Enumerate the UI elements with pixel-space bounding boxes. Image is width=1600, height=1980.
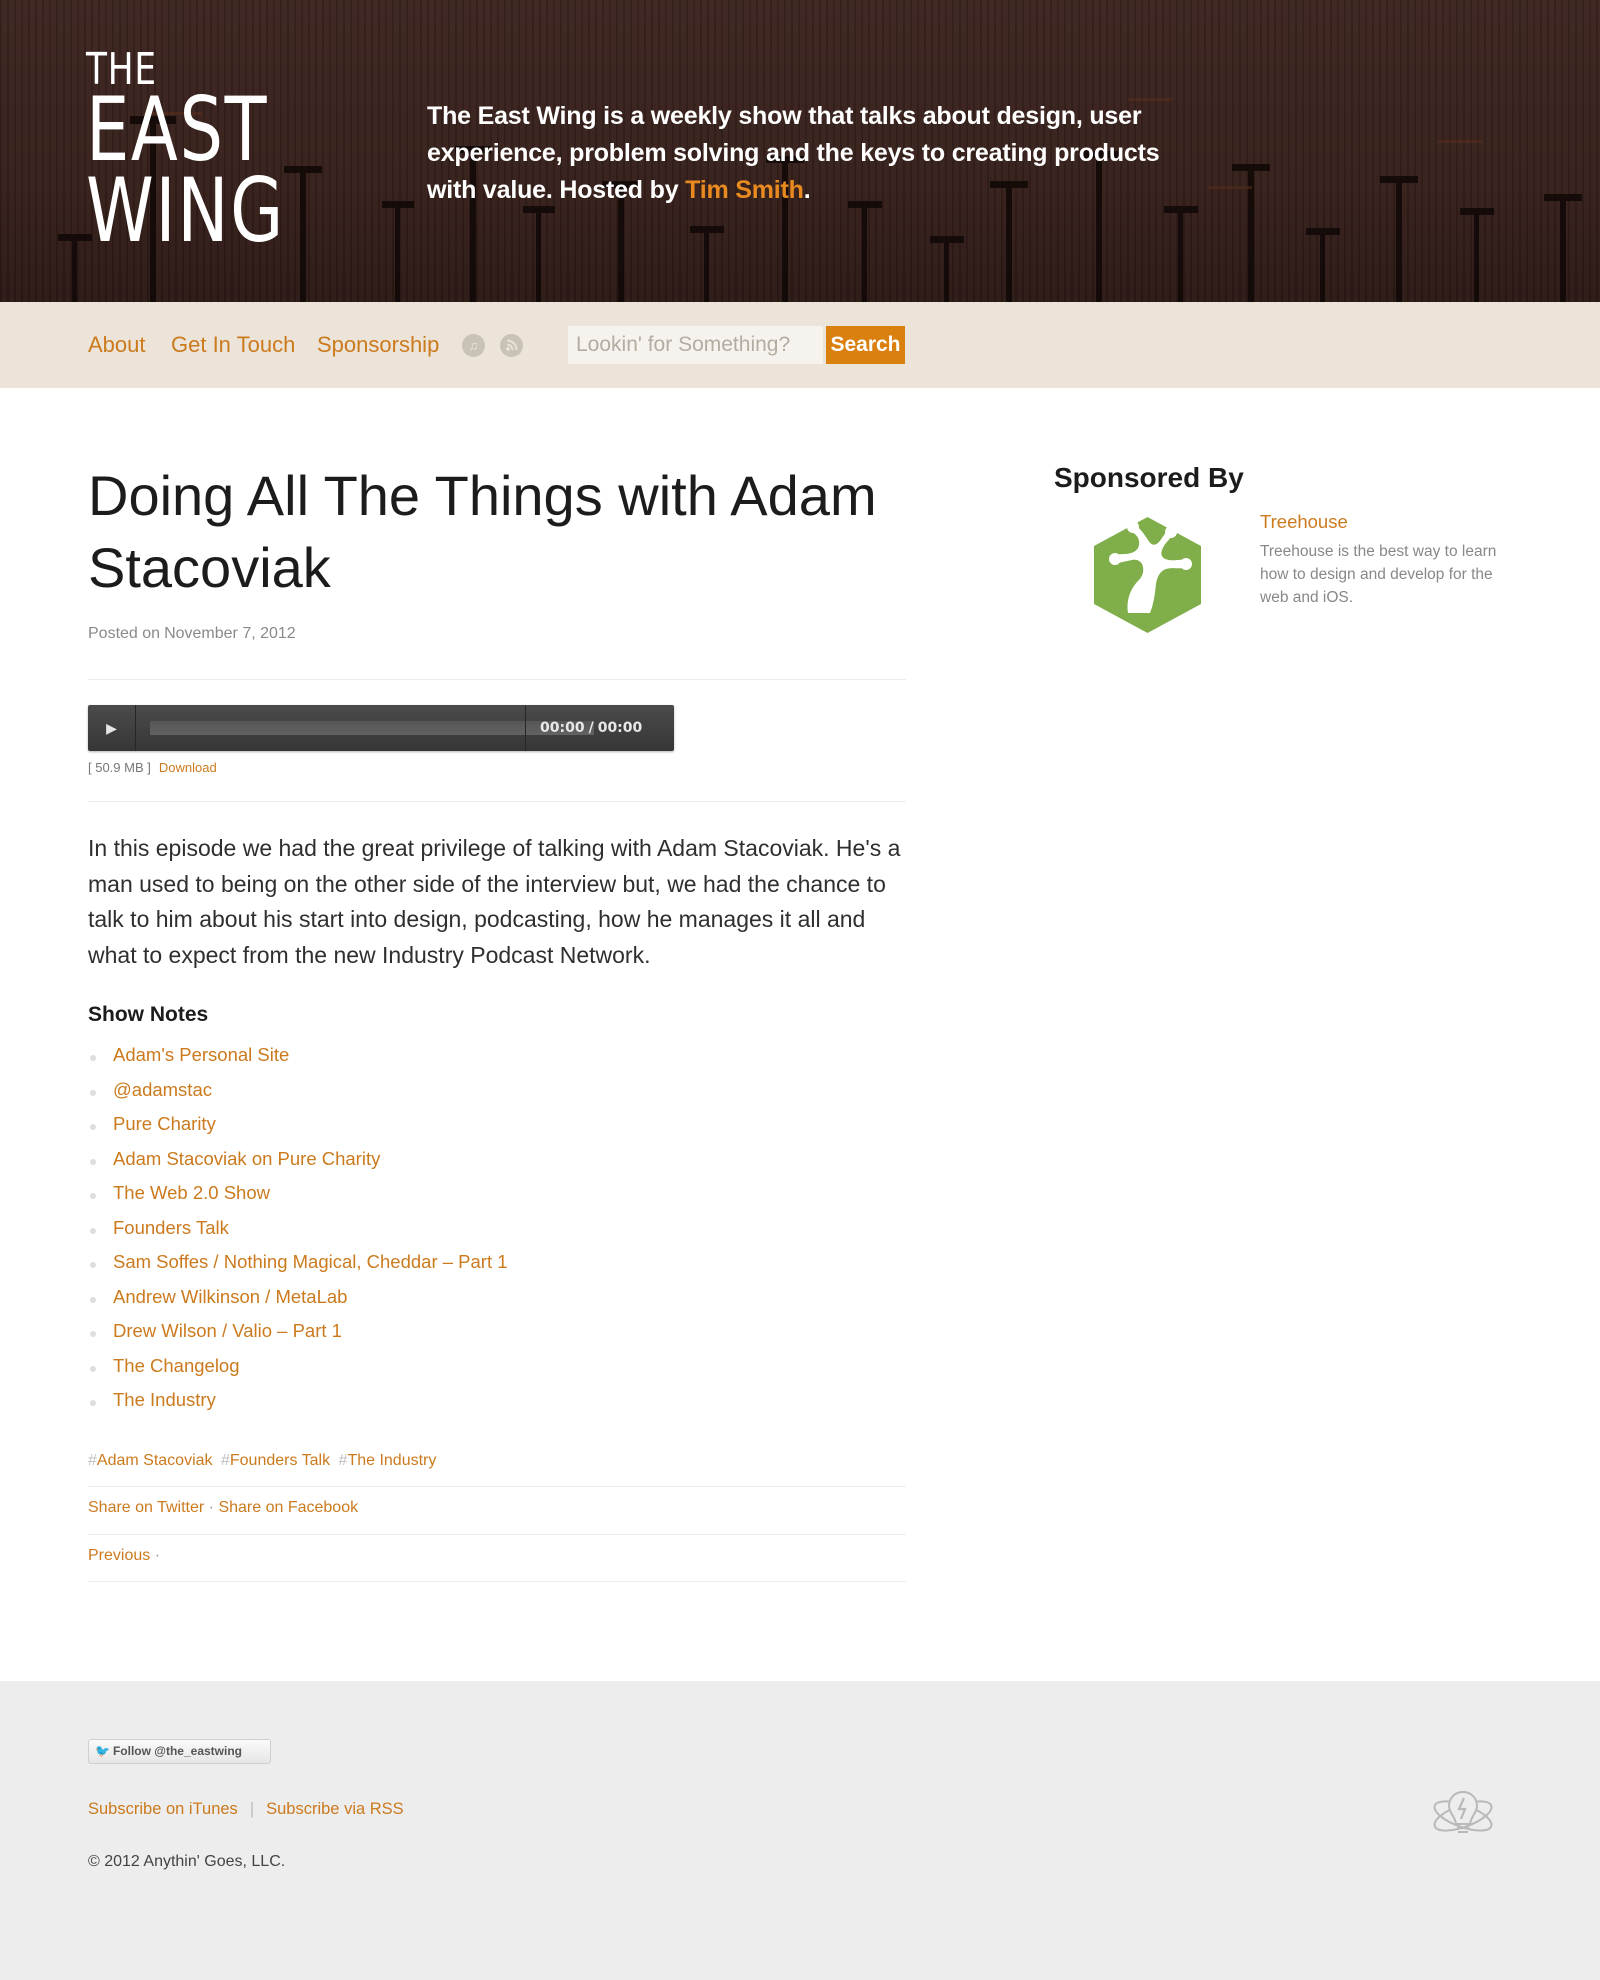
site-header: THE EAST WING The East Wing is a weekly … [0, 0, 1600, 302]
subscribe-separator: | [249, 1800, 255, 1818]
bullet [90, 1400, 96, 1406]
divider [88, 1486, 906, 1487]
current-time: 00:00 [540, 720, 585, 736]
show-note-link[interactable]: The Industry [113, 1389, 216, 1410]
share-twitter-link[interactable]: Share on Twitter [88, 1499, 204, 1516]
file-size: [ 50.9 MB ] [88, 760, 151, 775]
play-button[interactable]: ▶ [88, 705, 136, 751]
treehouse-logo-icon[interactable] [1090, 515, 1205, 635]
bullet [90, 1365, 96, 1372]
show-note-link[interactable]: Founders Talk [113, 1217, 229, 1238]
nav-get-in-touch[interactable]: Get In Touch [171, 332, 295, 358]
subscribe-rss-link[interactable]: Subscribe via RSS [266, 1800, 404, 1818]
list-item: @adamstac [88, 1079, 508, 1114]
sponsor-description: Treehouse is the best way to learn how t… [1260, 543, 1497, 606]
show-note-link[interactable]: Andrew Wilkinson / MetaLab [113, 1286, 347, 1307]
audio-player: ▶ 00:00/00:00 [88, 705, 674, 751]
divider [88, 1581, 906, 1582]
site-tagline: The East Wing is a weekly show that talk… [427, 98, 1207, 209]
show-note-link[interactable]: Pure Charity [113, 1113, 216, 1134]
lightbulb-atom-icon [1433, 1790, 1493, 1833]
player-divider [525, 705, 526, 751]
search-input[interactable] [568, 326, 823, 364]
previous-post-link[interactable]: Previous [88, 1547, 150, 1564]
list-item: Founders Talk [88, 1217, 508, 1252]
list-item: The Industry [88, 1389, 508, 1424]
previous-separator: · [154, 1547, 161, 1564]
itunes-icon[interactable]: ♫ [462, 334, 485, 357]
twitter-follow-button[interactable]: 🐦 Follow @the_eastwing [88, 1739, 271, 1764]
post-title: Doing All The Things with Adam Stacoviak [88, 464, 877, 599]
bullet [90, 1124, 96, 1130]
show-note-link[interactable]: Adam Stacoviak on Pure Charity [113, 1148, 380, 1169]
bullet [90, 1331, 96, 1337]
tagline-end: . [803, 176, 811, 204]
bullet [90, 1089, 96, 1096]
audio-time: 00:00/00:00 [540, 720, 642, 736]
post-tags: #Adam Stacoviak #Founders Talk #The Indu… [88, 1452, 440, 1470]
logo-line-wing: WING [86, 159, 285, 263]
share-links: Share on Twitter · Share on Facebook [88, 1499, 358, 1517]
divider [88, 801, 906, 802]
subscribe-itunes-link[interactable]: Subscribe on iTunes [88, 1800, 238, 1818]
follow-label: Follow @the_eastwing [112, 1744, 242, 1758]
site-footer [0, 1681, 1600, 1980]
show-note-link[interactable]: Drew Wilson / Valio – Part 1 [113, 1320, 342, 1341]
divider [88, 1534, 906, 1535]
tag-link[interactable]: Founders Talk [230, 1452, 330, 1469]
bullet [90, 1193, 96, 1199]
share-separator: · [208, 1499, 214, 1516]
site-logo[interactable]: THE EAST WING [86, 47, 285, 263]
download-line: [ 50.9 MB ] Download [88, 760, 217, 775]
show-note-link[interactable]: Sam Soffes / Nothing Magical, Cheddar – … [113, 1251, 508, 1272]
list-item: The Web 2.0 Show [88, 1182, 508, 1217]
list-item: Sam Soffes / Nothing Magical, Cheddar – … [88, 1251, 508, 1286]
total-time: 00:00 [597, 720, 643, 736]
rss-glyph [506, 339, 518, 351]
list-item: Pure Charity [88, 1113, 508, 1148]
show-note-link[interactable]: The Web 2.0 Show [113, 1182, 270, 1203]
search-button[interactable]: Search [826, 326, 905, 364]
bullet [90, 1227, 96, 1234]
time-separator: / [588, 720, 594, 736]
show-notes-list: Adam's Personal Site @adamstac Pure Char… [88, 1044, 508, 1424]
download-link[interactable]: Download [159, 760, 217, 775]
list-item: The Changelog [88, 1355, 508, 1390]
bullet [90, 1262, 96, 1268]
show-note-link[interactable]: The Changelog [113, 1355, 240, 1376]
share-facebook-link[interactable]: Share on Facebook [218, 1499, 358, 1516]
bullet [90, 1296, 96, 1303]
audio-progress-track[interactable] [150, 721, 594, 735]
list-item: Adam's Personal Site [88, 1044, 508, 1079]
post-date-label: Posted on [88, 625, 161, 642]
list-item: Drew Wilson / Valio – Part 1 [88, 1320, 508, 1355]
post-date-value: November 7, 2012 [164, 625, 296, 642]
sponsor-name-link[interactable]: Treehouse [1260, 511, 1348, 533]
episode-intro: In this episode we had the great privile… [88, 835, 901, 968]
hash-icon: # [88, 1452, 97, 1469]
bullet [90, 1158, 96, 1165]
list-item: Andrew Wilkinson / MetaLab [88, 1286, 508, 1321]
subscribe-links: Subscribe on iTunes | Subscribe via RSS [88, 1800, 404, 1819]
list-item: Adam Stacoviak on Pure Charity [88, 1148, 508, 1183]
tag-link[interactable]: Adam Stacoviak [97, 1452, 213, 1469]
show-note-link[interactable]: Adam's Personal Site [113, 1044, 289, 1065]
post-date: Posted on November 7, 2012 [88, 625, 296, 643]
hash-icon: # [220, 1452, 230, 1469]
host-link[interactable]: Tim Smith [685, 176, 804, 204]
rss-icon[interactable] [500, 334, 523, 357]
bullet [90, 1055, 96, 1061]
twitter-bird-icon: 🐦 [95, 1744, 110, 1758]
show-note-link[interactable]: @adamstac [113, 1079, 212, 1100]
copyright: © 2012 Anythin' Goes, LLC. [88, 1853, 286, 1870]
tag-link[interactable]: The Industry [347, 1452, 436, 1469]
post-navigation: Previous · [88, 1547, 160, 1565]
sponsor-heading: Sponsored By [1054, 462, 1244, 493]
divider [88, 679, 906, 680]
show-notes-heading: Show Notes [88, 1003, 209, 1026]
nav-about[interactable]: About [88, 332, 146, 358]
nav-sponsorship[interactable]: Sponsorship [317, 332, 439, 358]
